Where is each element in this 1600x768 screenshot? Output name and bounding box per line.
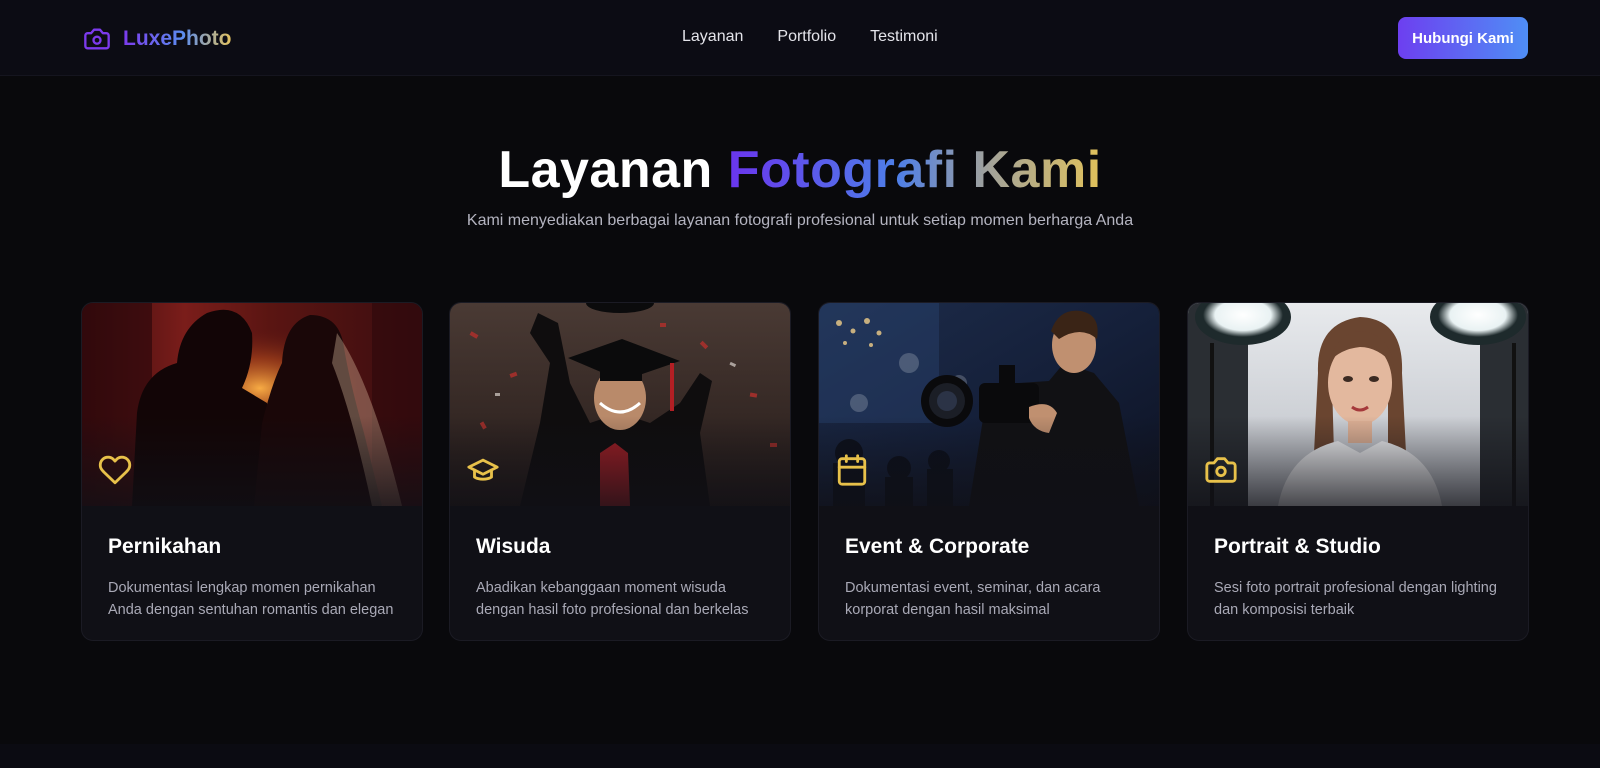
calendar-icon — [837, 454, 867, 486]
service-description: Abadikan kebanggaan moment wisuda dengan… — [476, 580, 749, 618]
service-image-portrait — [1188, 303, 1528, 506]
page-subtitle: Kami menyediakan berbagai layanan fotogr… — [466, 212, 1134, 229]
service-description: Sesi foto portrait profesional dengan li… — [1214, 580, 1497, 618]
camera-icon — [84, 28, 110, 50]
service-title: Pernikahan — [108, 535, 222, 558]
service-title: Wisuda — [476, 535, 551, 558]
contact-button[interactable]: Hubungi Kami — [1398, 17, 1528, 59]
service-card-pernikahan[interactable]: Pernikahan Dokumentasi lengkap momen per… — [81, 302, 423, 641]
image-overlay — [82, 416, 422, 506]
service-description: Dokumentasi lengkap momen pernikahan And… — [108, 580, 394, 618]
camera-icon — [1205, 457, 1237, 483]
service-card-wisuda[interactable]: Wisuda Abadikan kebanggaan moment wisuda… — [449, 302, 791, 641]
image-overlay — [450, 416, 790, 506]
image-overlay — [819, 416, 1159, 506]
title-plain: Layanan — [498, 141, 713, 199]
service-card-event-corporate[interactable]: Event & Corporate Dokumentasi event, sem… — [818, 302, 1160, 641]
service-title: Event & Corporate — [845, 535, 1030, 558]
nav-link-testimoni[interactable]: Testimoni — [870, 28, 938, 46]
service-image-graduation — [450, 303, 790, 506]
next-section-edge — [0, 744, 1600, 768]
nav-links: Layanan Portfolio Testimoni — [682, 28, 938, 46]
nav-link-portfolio[interactable]: Portfolio — [777, 28, 836, 46]
graduation-cap-icon — [467, 458, 499, 481]
service-description: Dokumentasi event, seminar, dan acara ko… — [845, 580, 1101, 618]
navbar: LuxePhoto Layanan Portfolio Testimoni Hu… — [0, 0, 1600, 76]
service-image-wedding — [82, 303, 422, 506]
title-gradient: Fotografi Kami — [727, 141, 1102, 199]
nav-link-layanan[interactable]: Layanan — [682, 28, 743, 46]
heart-icon — [98, 455, 132, 485]
brand-name: LuxePhoto — [123, 27, 232, 50]
page-title: Layanan Fotografi Kami — [0, 140, 1600, 200]
service-image-event — [819, 303, 1159, 506]
service-title: Portrait & Studio — [1214, 535, 1381, 558]
image-overlay — [1188, 416, 1528, 506]
service-card-portrait-studio[interactable]: Portrait & Studio Sesi foto portrait pro… — [1187, 302, 1529, 641]
brand-logo[interactable]: LuxePhoto — [81, 24, 232, 54]
